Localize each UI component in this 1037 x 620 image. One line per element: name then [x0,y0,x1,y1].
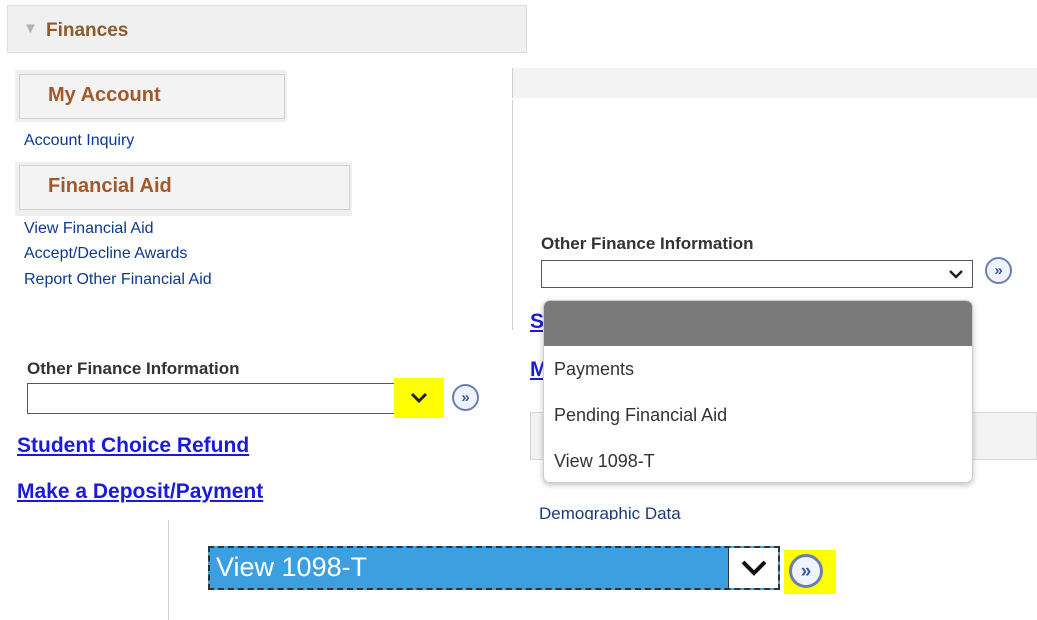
report-other-financial-aid-link[interactable]: Report Other Financial Aid [24,271,212,288]
my-account-heading: My Account [19,74,285,119]
accept-decline-awards-link[interactable]: Accept/Decline Awards [24,245,187,262]
other-finance-label: Other Finance Information [27,359,240,378]
go-arrow-icon[interactable]: » [452,384,479,411]
view-1098t-select-value: View 1098-T [216,552,368,582]
chevron-down-icon [728,548,778,588]
dropdown-option-list: Payments Pending Financial Aid View 1098… [543,300,973,483]
bottom-panel-divider [168,520,169,620]
make-deposit-payment-link[interactable]: Make a Deposit/Payment [17,480,263,504]
finances-title: Finances [46,20,129,41]
other-finance-select[interactable] [27,383,443,414]
my-account-heading-text: My Account [48,84,161,106]
chevron-down-icon [944,263,968,285]
dropdown-option-blank[interactable] [544,301,972,346]
dropdown-option-view-1098t[interactable]: View 1098-T [544,438,972,482]
dropdown-option-pending-financial-aid[interactable]: Pending Financial Aid [544,392,972,438]
go-arrow-icon[interactable]: » [985,257,1012,284]
other-finance-select-2[interactable] [541,260,973,288]
right-panel-header-strip [512,68,1037,98]
partial-link-s[interactable]: S [530,310,544,334]
student-choice-refund-link[interactable]: Student Choice Refund [17,434,249,458]
view-financial-aid-link[interactable]: View Financial Aid [24,220,154,237]
view-1098t-select[interactable]: View 1098-T [208,546,780,590]
dropdown-option-payments[interactable]: Payments [544,346,972,392]
right-panel-divider [512,100,513,330]
other-finance-label-2: Other Finance Information [541,234,754,253]
financial-aid-heading-text: Financial Aid [48,175,172,197]
go-arrow-icon[interactable]: » [789,554,823,588]
account-inquiry-link[interactable]: Account Inquiry [24,132,134,149]
triangle-down-icon: ▼ [23,20,38,37]
chevron-down-icon[interactable] [394,378,444,418]
finances-header[interactable]: ▼ Finances [7,5,527,53]
demographic-data-link[interactable]: Demographic Data [539,504,681,520]
financial-aid-heading: Financial Aid [19,165,350,210]
demographic-data-clip: Demographic Data [520,487,1037,520]
